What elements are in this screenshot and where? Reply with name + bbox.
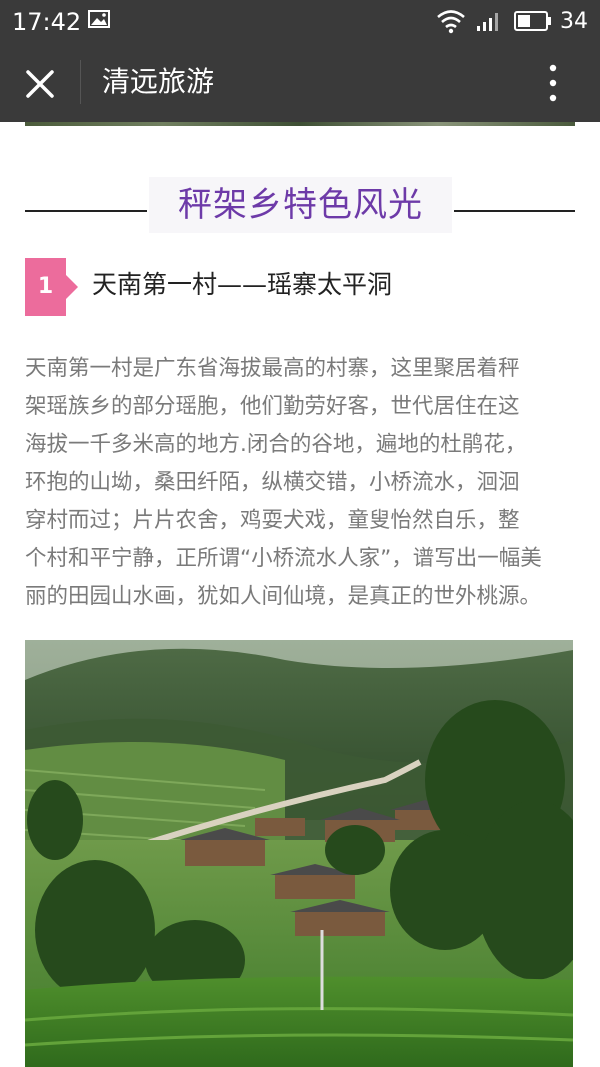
image-icon	[88, 10, 110, 28]
section-divider-right	[454, 210, 575, 212]
battery-level: 34	[560, 9, 588, 34]
status-time: 17:42	[12, 8, 82, 36]
item-number-badge: 1	[25, 258, 78, 316]
battery-icon	[514, 11, 551, 31]
section-title: 秤架乡特色风光	[149, 177, 452, 233]
nav-bar: 清远旅游	[0, 44, 600, 122]
close-icon[interactable]	[20, 64, 60, 104]
paragraph-line: 环抱的山坳，桑田纤陌，纵横交错，小桥流水，洄洄	[25, 470, 520, 495]
item-title: 天南第一村——瑶寨太平洞	[92, 270, 393, 299]
more-vertical-icon[interactable]	[538, 60, 568, 106]
paragraph-line: 穿村而过；片片农舍，鸡耍犬戏，童叟怡然自乐，整	[25, 508, 520, 533]
paragraph-line: 丽的田园山水画，犹如人间仙境，是真正的世外桃源。	[25, 584, 542, 609]
article-paragraph: 天南第一村是广东省海拔最高的村寨，这里聚居着秤 架瑶族乡的部分瑶胞，他们勤劳好客…	[25, 350, 585, 616]
paragraph-line: 个村和平宁静，正所谓“小桥流水人家”，谱写出一幅美	[25, 546, 542, 571]
page-title: 清远旅游	[102, 65, 215, 98]
paragraph-line: 天南第一村是广东省海拔最高的村寨，这里聚居着秤	[25, 356, 520, 381]
paragraph-line: 架瑶族乡的部分瑶胞，他们勤劳好客，世代居住在这	[25, 394, 520, 419]
village-photo	[25, 640, 573, 1067]
nav-divider	[80, 60, 81, 104]
paragraph-line: 海拔一千多米高的地方.闭合的谷地，遍地的杜鹃花，	[25, 432, 527, 457]
wifi-icon	[437, 10, 465, 34]
signal-icon	[477, 13, 498, 31]
status-bar: 17:42 34	[0, 0, 600, 44]
section-divider-left	[25, 210, 147, 212]
previous-image-edge	[25, 122, 575, 126]
